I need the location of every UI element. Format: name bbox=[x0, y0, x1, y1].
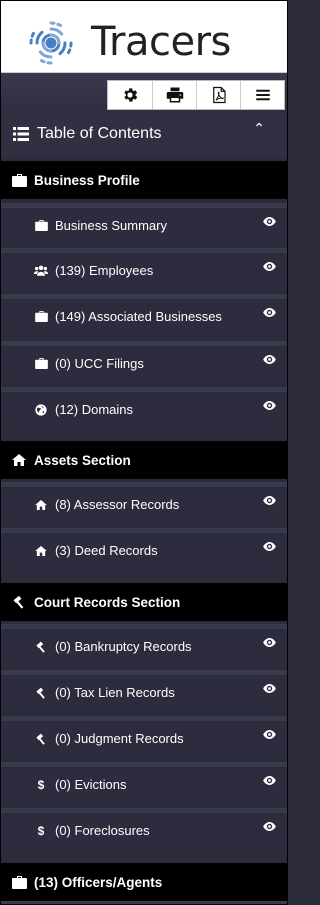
section-officers-agents[interactable]: (13) Officers/Agents bbox=[1, 863, 287, 901]
pdf-icon bbox=[212, 86, 226, 104]
toc-item-judgment-records[interactable]: (0) Judgment Records bbox=[1, 716, 287, 756]
gavel-icon bbox=[34, 733, 48, 745]
eye-icon[interactable] bbox=[263, 638, 276, 647]
gear-icon bbox=[124, 88, 138, 102]
section-court-records[interactable]: Court Records Section bbox=[1, 583, 287, 621]
gavel-icon bbox=[34, 687, 48, 699]
menu-button[interactable] bbox=[240, 81, 284, 109]
users-icon bbox=[34, 265, 48, 277]
sidebar-frame: Tracers Table of Contents ⌃ Business Pro… bbox=[0, 0, 288, 905]
menu-icon bbox=[255, 89, 270, 101]
toc-item-assessor-records[interactable]: (8) Assessor Records bbox=[1, 482, 287, 522]
toc-item-label: Business Summary bbox=[55, 218, 167, 233]
eye-icon[interactable] bbox=[263, 684, 276, 693]
briefcase-icon bbox=[34, 358, 48, 370]
eye-icon[interactable] bbox=[263, 496, 276, 505]
toc-item-label: (8) Assessor Records bbox=[55, 497, 180, 512]
chevron-up-icon[interactable]: ⌃ bbox=[253, 120, 265, 137]
toc-title: Table of Contents bbox=[37, 125, 162, 142]
brand-name: Tracers bbox=[91, 19, 231, 65]
toc-item-label: (0) Evictions bbox=[55, 777, 127, 792]
pdf-button[interactable] bbox=[196, 81, 240, 109]
toc-item-label: (139) Employees bbox=[55, 263, 154, 278]
toc-item-label: (3) Deed Records bbox=[55, 543, 158, 558]
toc-item-label: (0) Judgment Records bbox=[55, 731, 184, 746]
toc-item-deed-records[interactable]: (3) Deed Records bbox=[1, 528, 287, 568]
section-title: (13) Officers/Agents bbox=[34, 874, 163, 890]
dollar-icon: $ bbox=[37, 777, 45, 792]
section-title: Assets Section bbox=[34, 452, 131, 468]
eye-icon[interactable] bbox=[263, 355, 276, 364]
eye-icon[interactable] bbox=[263, 308, 276, 317]
gavel-icon bbox=[34, 641, 48, 653]
toc-item-foreclosures[interactable]: $ (0) Foreclosures bbox=[1, 808, 287, 848]
briefcase-icon bbox=[11, 173, 27, 187]
toc-item-label: (12) Domains bbox=[55, 402, 134, 417]
divider bbox=[1, 901, 287, 904]
eye-icon[interactable] bbox=[263, 262, 276, 271]
eye-icon[interactable] bbox=[263, 730, 276, 739]
toc-item-evictions[interactable]: $ (0) Evictions bbox=[1, 762, 287, 802]
home-icon bbox=[11, 453, 27, 467]
briefcase-icon bbox=[11, 875, 27, 889]
toc-item-ucc-filings[interactable]: (0) UCC Filings bbox=[1, 341, 287, 381]
toc-item-bankruptcy-records[interactable]: (0) Bankruptcy Records bbox=[1, 624, 287, 664]
toc-item-label: (0) Foreclosures bbox=[55, 823, 150, 838]
section-title: Business Profile bbox=[34, 172, 140, 188]
eye-icon[interactable] bbox=[263, 217, 276, 226]
section-business-profile[interactable]: Business Profile bbox=[1, 161, 287, 199]
home-icon bbox=[34, 499, 48, 511]
section-title: Court Records Section bbox=[34, 594, 181, 610]
toc-item-label: (0) UCC Filings bbox=[55, 356, 144, 371]
report-toolbar bbox=[107, 80, 285, 110]
toc-item-label: (0) Tax Lien Records bbox=[55, 685, 175, 700]
toc-item-business-summary[interactable]: Business Summary bbox=[1, 203, 287, 243]
globe-icon bbox=[34, 403, 48, 416]
eye-icon[interactable] bbox=[263, 776, 276, 785]
toc-item-associated-businesses[interactable]: (149) Associated Businesses bbox=[1, 294, 287, 334]
toc-item-tax-lien-records[interactable]: (0) Tax Lien Records bbox=[1, 670, 287, 710]
gavel-icon bbox=[11, 595, 27, 609]
briefcase-icon bbox=[34, 311, 48, 323]
print-icon bbox=[166, 87, 183, 103]
briefcase-icon bbox=[34, 220, 48, 232]
toc-item-employees[interactable]: (139) Employees bbox=[1, 248, 287, 288]
section-assets[interactable]: Assets Section bbox=[1, 441, 287, 479]
tracers-logo-mark bbox=[29, 21, 73, 65]
toc-item-label: (149) Associated Businesses bbox=[55, 309, 222, 324]
eye-icon[interactable] bbox=[263, 401, 276, 410]
list-icon bbox=[13, 127, 29, 141]
eye-icon[interactable] bbox=[263, 542, 276, 551]
toc-header[interactable]: Table of Contents ⌃ bbox=[1, 111, 287, 157]
home-icon bbox=[34, 545, 48, 557]
dollar-icon: $ bbox=[37, 823, 45, 838]
toc-item-domains[interactable]: (12) Domains bbox=[1, 387, 287, 427]
eye-icon[interactable] bbox=[263, 822, 276, 831]
logo-bar: Tracers bbox=[1, 1, 287, 73]
settings-button[interactable] bbox=[108, 81, 152, 109]
print-button[interactable] bbox=[152, 81, 196, 109]
toc-item-label: (0) Bankruptcy Records bbox=[55, 639, 192, 654]
